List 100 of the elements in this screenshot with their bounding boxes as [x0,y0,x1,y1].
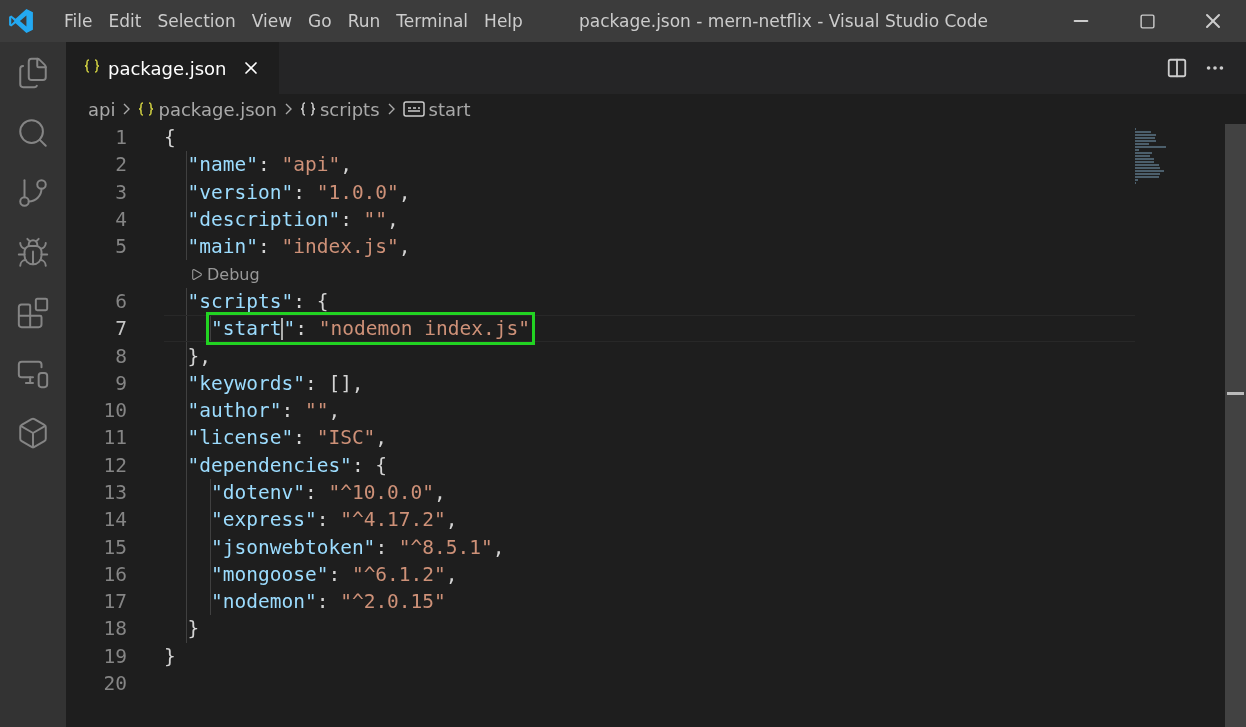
json-key: "jsonwebtoken" [211,535,376,559]
json-punctuation: : [293,180,306,204]
json-punctuation: : [293,426,306,450]
app-logo-icon [8,8,34,34]
menu-item[interactable]: Edit [100,11,150,31]
json-string: "index.js" [281,235,399,259]
breadcrumb[interactable]: api [88,98,116,120]
json-string: "1.0.0" [316,180,399,204]
json-punctuation: { [164,126,176,150]
line-number: 13 [102,481,127,504]
line-number: 9 [114,371,127,395]
json-key: "dependencies" [187,453,352,477]
json-punctuation: , [387,208,399,232]
json-punctuation: , [492,535,505,559]
chevron-icon [123,103,131,115]
json-key: "dotenv" [211,481,305,504]
menu-item[interactable]: Selection [149,11,244,31]
json-key: "main" [187,235,258,259]
json-key: "mongoose" [211,562,329,586]
menu-item[interactable]: Run [339,11,389,31]
window-title: package.json - mern-netflix - Visual Studio Code [578,11,988,31]
line-number: 4 [114,208,127,232]
json-punctuation: : [316,508,330,532]
blocks-icon[interactable] [16,296,50,330]
line-number: 20 [102,672,127,696]
breadcrumb[interactable]: scripts [320,98,380,120]
json-punctuation: : [328,562,342,586]
line-number: 3 [114,180,127,204]
line-number: 16 [102,562,127,586]
line-number: 14 [102,508,127,532]
menu-item[interactable]: View [243,11,301,31]
json-key: "express" [211,508,317,532]
files-icon[interactable] [16,56,50,90]
maximize-icon[interactable] [1138,12,1156,30]
menu-item[interactable]: Go [300,11,340,31]
json-punctuation: , [398,180,411,204]
line-number: 11 [102,426,127,450]
json-key: "scripts" [187,289,294,313]
json-punctuation: : [340,208,353,232]
braces-icon [300,101,316,117]
scrollbar[interactable] [1225,124,1246,727]
debug-link[interactable]: Debug [207,264,260,284]
bug-icon[interactable] [16,236,50,270]
json-punctuation: , [375,426,388,450]
line-number: 7 [114,317,127,341]
json-key: "version" [187,180,294,204]
string-icon [402,101,425,117]
line-number: 8 [114,344,127,368]
json-string: "" [363,208,388,232]
json-punctuation: : [257,235,271,259]
json-key: "start [211,317,282,341]
json-string: "" [304,399,329,423]
json-punctuation: : [281,399,295,423]
braces-icon [138,101,155,117]
json-string: "^6.1.2" [351,562,446,586]
line-number: 15 [102,535,127,559]
json-punctuation: : [375,535,389,559]
json-punctuation: }, [187,344,211,368]
search-icon[interactable] [16,116,50,150]
json-punctuation: : [257,153,271,177]
json-punctuation: , [340,153,352,177]
breadcrumb[interactable]: package.json [158,98,277,120]
menu-item[interactable]: Help [476,11,531,31]
breadcrumb[interactable]: start [428,98,471,120]
line-number: 12 [102,453,127,477]
box-icon[interactable] [16,416,50,450]
json-punctuation: : [316,590,330,614]
editor-tab[interactable]: package.json [66,42,279,94]
chevron-icon [387,103,395,115]
line-number: 17 [102,590,127,614]
line-number: 2 [114,153,127,177]
json-punctuation: : [], [304,371,364,395]
json-punctuation: , [445,562,458,586]
json-punctuation: : { [351,453,388,477]
branch-icon[interactable] [16,176,50,210]
line-number: 5 [114,235,127,259]
menu-item[interactable]: Terminal [388,11,477,31]
json-punctuation: , [398,235,411,259]
json-string: "nodemon index.js" [318,317,530,341]
json-key: "license" [187,426,294,450]
json-key: "description" [187,208,341,232]
json-string: "^4.17.2" [340,508,446,532]
json-punctuation: : { [293,289,329,313]
json-key: " [283,317,296,341]
json-key: "author" [187,399,282,423]
json-punctuation: : [295,317,308,341]
json-punctuation: : [304,481,318,504]
json-string: "^2.0.15" [340,590,446,614]
json-punctuation: , [434,481,446,504]
line-number: 18 [102,617,127,641]
split-editor-icon[interactable] [1166,57,1188,79]
json-key: "name" [187,153,258,177]
menu-item[interactable]: File [56,11,101,31]
json-string: "api" [281,153,341,177]
json-punctuation: , [445,508,458,532]
text-cursor [281,317,284,340]
line-number: 19 [102,644,127,668]
json-string: "ISC" [316,426,376,450]
json-punctuation: } [187,617,200,641]
json-punctuation: } [164,644,176,668]
